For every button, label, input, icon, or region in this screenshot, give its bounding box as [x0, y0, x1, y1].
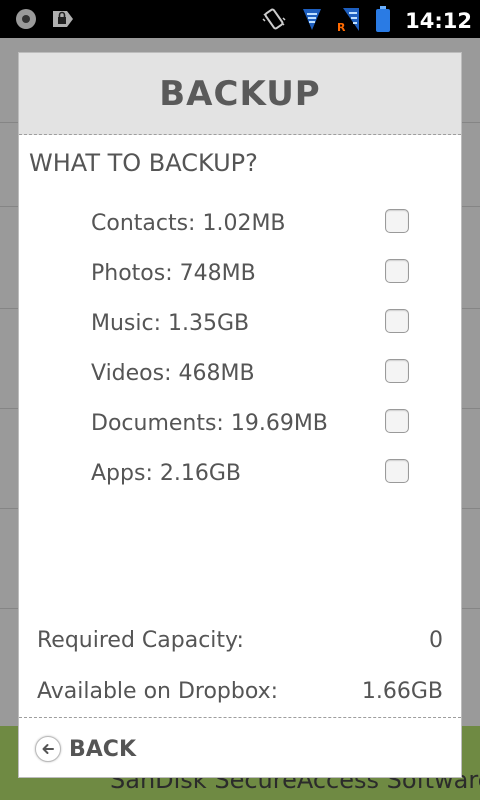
backup-item-contacts[interactable]: Contacts: 1.02MB [91, 205, 411, 245]
status-bar: R 14:12 [0, 0, 480, 38]
videos-checkbox[interactable] [385, 359, 409, 383]
required-capacity-value: 0 [429, 628, 443, 653]
available-dropbox-label: Available on Dropbox: [37, 679, 279, 704]
status-left-icons [14, 7, 76, 35]
available-dropbox-value: 1.66GB [361, 679, 443, 704]
svg-text:R: R [337, 21, 346, 33]
contacts-checkbox[interactable] [385, 209, 409, 233]
backup-item-photos[interactable]: Photos: 748MB [91, 255, 411, 295]
required-capacity-row: Required Capacity: 0 [37, 628, 443, 664]
notification-icon [14, 7, 38, 35]
backup-item-label: Music: 1.35GB [91, 311, 250, 336]
music-checkbox[interactable] [385, 309, 409, 333]
dialog-title: BACKUP [159, 73, 321, 114]
footer-divider [19, 717, 461, 718]
back-button[interactable]: BACK [35, 731, 136, 767]
photos-checkbox[interactable] [385, 259, 409, 283]
vibrate-icon [261, 6, 287, 36]
back-label: BACK [69, 736, 136, 762]
backup-dialog: BACKUP WHAT TO BACKUP? Contacts: 1.02MB … [18, 52, 462, 778]
section-title: WHAT TO BACKUP? [29, 149, 258, 177]
apps-checkbox[interactable] [385, 459, 409, 483]
status-right-icons: R 14:12 [261, 5, 472, 37]
back-arrow-icon [35, 736, 61, 762]
documents-checkbox[interactable] [385, 409, 409, 433]
backup-item-videos[interactable]: Videos: 468MB [91, 355, 411, 395]
status-clock: 14:12 [405, 9, 472, 33]
backup-item-label: Documents: 19.69MB [91, 411, 328, 436]
dialog-header: BACKUP [19, 53, 461, 135]
backup-item-label: Videos: 468MB [91, 361, 255, 386]
backup-item-label: Contacts: 1.02MB [91, 211, 286, 236]
available-dropbox-row: Available on Dropbox: 1.66GB [37, 679, 443, 715]
wifi-icon [301, 6, 323, 36]
backup-item-documents[interactable]: Documents: 19.69MB [91, 405, 411, 445]
required-capacity-label: Required Capacity: [37, 628, 244, 653]
backup-item-label: Apps: 2.16GB [91, 461, 241, 486]
battery-icon [375, 5, 391, 37]
backup-item-label: Photos: 748MB [91, 261, 256, 286]
backup-item-music[interactable]: Music: 1.35GB [91, 305, 411, 345]
backup-item-apps[interactable]: Apps: 2.16GB [91, 455, 411, 495]
roaming-signal-icon: R [337, 5, 361, 37]
lock-icon [50, 7, 76, 35]
